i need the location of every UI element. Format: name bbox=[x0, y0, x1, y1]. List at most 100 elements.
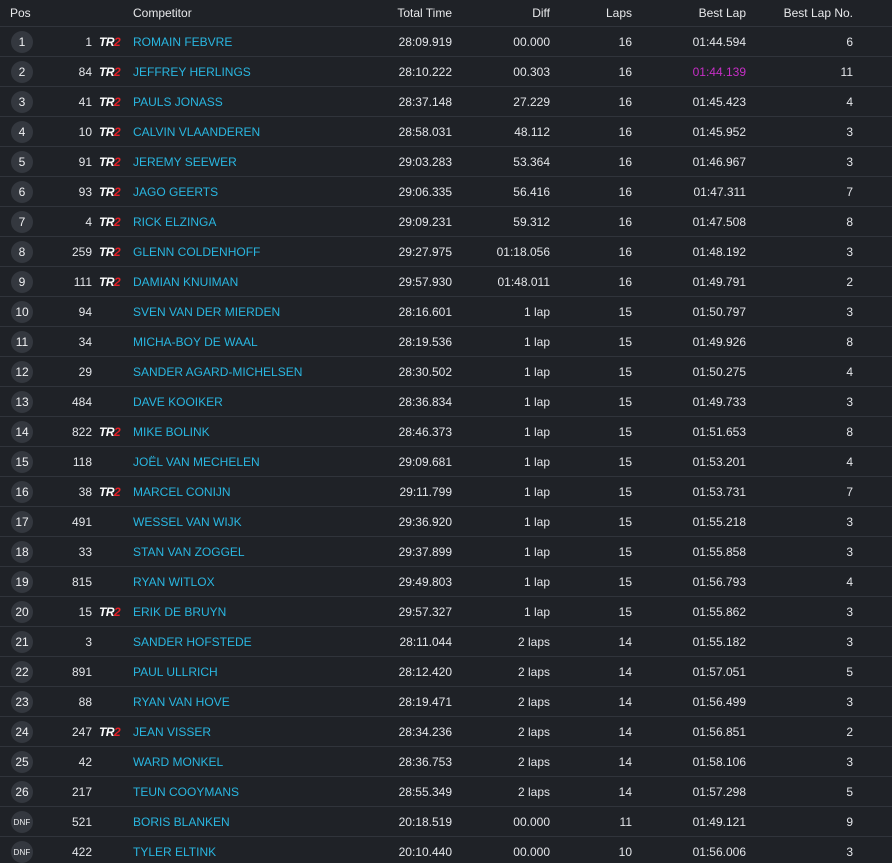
position-cell: 2 bbox=[7, 57, 37, 86]
competitor-name-link[interactable]: BORIS BLANKEN bbox=[133, 807, 383, 836]
table-row[interactable]: 14 822 TR2 MIKE BOLINK 28:46.373 1 lap 15 01:51… bbox=[0, 417, 892, 447]
competitor-name-link[interactable]: RYAN VAN HOVE bbox=[133, 687, 383, 716]
position-badge: 18 bbox=[11, 541, 33, 563]
competitor-name-link[interactable]: JOËL VAN MECHELEN bbox=[133, 447, 383, 476]
competitor-name-link[interactable]: JAGO GEERTS bbox=[133, 177, 383, 206]
time-diff: 1 lap bbox=[523, 334, 550, 349]
table-row[interactable]: 26 217 TEUN COOYMANS 28:55.349 2 laps 14 01:57… bbox=[0, 777, 892, 807]
table-row[interactable]: 20 15 TR2 ERIK DE BRUYN 29:57.327 1 lap 15 01:5… bbox=[0, 597, 892, 627]
competitor-name-link[interactable]: JEFFREY HERLINGS bbox=[133, 57, 383, 86]
position-cell: 26 bbox=[7, 777, 37, 806]
tr2-logo-prefix: TR bbox=[99, 424, 115, 439]
table-row[interactable]: 22 891 PAUL ULLRICH 28:12.420 2 laps 14 01:57.… bbox=[0, 657, 892, 687]
table-row[interactable]: 2 84 TR2 JEFFREY HERLINGS 28:10.222 00.303 16 0… bbox=[0, 57, 892, 87]
competitor-name-link[interactable]: TEUN COOYMANS bbox=[133, 777, 383, 806]
table-row[interactable]: 13 484 DAVE KOOIKER 28:36.834 1 lap 15 01:49.7… bbox=[0, 387, 892, 417]
competitor-name-link[interactable]: MARCEL CONIJN bbox=[133, 477, 383, 506]
time-diff: 1 lap bbox=[523, 544, 550, 559]
table-row[interactable]: 3 41 TR2 PAULS JONASS 28:37.148 27.229 16 01:45… bbox=[0, 87, 892, 117]
competitor-name-link[interactable]: JEREMY SEEWER bbox=[133, 147, 383, 176]
time-diff: 1 lap bbox=[523, 394, 550, 409]
table-row[interactable]: 21 3 SANDER HOFSTEDE 28:11.044 2 laps 14 01:55… bbox=[0, 627, 892, 657]
table-row[interactable]: 16 38 TR2 MARCEL CONIJN 29:11.799 1 lap 15 01:5… bbox=[0, 477, 892, 507]
competitor-name-link[interactable]: RYAN WITLOX bbox=[133, 567, 383, 596]
position-badge: 26 bbox=[11, 781, 33, 803]
total-time: 28:09.919 bbox=[398, 34, 452, 49]
laps-count: 14 bbox=[618, 724, 632, 739]
tr2-logo-digit: 2 bbox=[114, 214, 121, 229]
position-badge: 13 bbox=[11, 391, 33, 413]
best-lap-number: 7 bbox=[846, 484, 853, 499]
best-lap-time: 01:47.508 bbox=[692, 214, 746, 229]
best-lap-number: 4 bbox=[846, 364, 853, 379]
table-row[interactable]: 25 42 WARD MONKEL 28:36.753 2 laps 14 01:58.10… bbox=[0, 747, 892, 777]
table-row[interactable]: 19 815 RYAN WITLOX 29:49.803 1 lap 15 01:56.79… bbox=[0, 567, 892, 597]
table-row[interactable]: 17 491 WESSEL VAN WIJK 29:36.920 1 lap 15 01:5… bbox=[0, 507, 892, 537]
table-row[interactable]: DNF 422 TYLER ELTINK 20:10.440 00.000 10 01:56… bbox=[0, 837, 892, 863]
competitor-name-link[interactable]: MIKE BOLINK bbox=[133, 417, 383, 446]
table-row[interactable]: 24 247 TR2 JEAN VISSER 28:34.236 2 laps 14 01:5… bbox=[0, 717, 892, 747]
table-row[interactable]: 11 34 MICHA-BOY DE WAAL 28:19.536 1 lap 15 01:… bbox=[0, 327, 892, 357]
rider-number: 29 bbox=[78, 364, 92, 379]
header-laps[interactable]: Laps bbox=[570, 0, 632, 26]
team-badge-cell bbox=[99, 357, 127, 386]
tr2-logo-prefix: TR bbox=[99, 484, 115, 499]
team-badge-cell: TR2 bbox=[99, 117, 127, 146]
competitor-name-link[interactable]: TYLER ELTINK bbox=[133, 837, 383, 863]
header-best-lap[interactable]: Best Lap bbox=[650, 0, 746, 26]
best-lap-time: 01:45.423 bbox=[692, 94, 746, 109]
best-lap-number: 7 bbox=[846, 184, 853, 199]
table-row[interactable]: 10 94 SVEN VAN DER MIERDEN 28:16.601 1 lap 15… bbox=[0, 297, 892, 327]
header-total-time[interactable]: Total Time bbox=[370, 0, 452, 26]
table-row[interactable]: 7 4 TR2 RICK ELZINGA 29:09.231 59.312 16 01:47.… bbox=[0, 207, 892, 237]
competitor-name-link[interactable]: JEAN VISSER bbox=[133, 717, 383, 746]
table-row[interactable]: 9 111 TR2 DAMIAN KNUIMAN 29:57.930 01:48.011 1… bbox=[0, 267, 892, 297]
time-diff: 1 lap bbox=[523, 604, 550, 619]
table-row[interactable]: DNF 521 BORIS BLANKEN 20:18.519 00.000 11 01:4… bbox=[0, 807, 892, 837]
competitor-name-link[interactable]: RICK ELZINGA bbox=[133, 207, 383, 236]
header-best-lap-no[interactable]: Best Lap No. bbox=[770, 0, 853, 26]
rider-number: 91 bbox=[78, 154, 92, 169]
total-time: 29:09.681 bbox=[398, 454, 452, 469]
competitor-name-link[interactable]: CALVIN VLAANDEREN bbox=[133, 117, 383, 146]
header-competitor[interactable]: Competitor bbox=[133, 0, 383, 26]
competitor-name-link[interactable]: SANDER AGARD-MICHELSEN bbox=[133, 357, 383, 386]
table-row[interactable]: 18 33 STAN VAN ZOGGEL 29:37.899 1 lap 15 01:55… bbox=[0, 537, 892, 567]
table-row[interactable]: 15 118 JOËL VAN MECHELEN 29:09.681 1 lap 15 01… bbox=[0, 447, 892, 477]
competitor-name-link[interactable]: PAULS JONASS bbox=[133, 87, 383, 116]
laps-count: 15 bbox=[618, 364, 632, 379]
header-pos[interactable]: Pos bbox=[10, 0, 31, 26]
position-cell: 10 bbox=[7, 297, 37, 326]
position-badge: 24 bbox=[11, 721, 33, 743]
team-badge-cell: TR2 bbox=[99, 87, 127, 116]
team-badge-cell bbox=[99, 807, 127, 836]
header-diff[interactable]: Diff bbox=[460, 0, 550, 26]
competitor-name-link[interactable]: WESSEL VAN WIJK bbox=[133, 507, 383, 536]
competitor-name-link[interactable]: GLENN COLDENHOFF bbox=[133, 237, 383, 266]
time-diff: 53.364 bbox=[513, 154, 550, 169]
time-diff: 01:18.056 bbox=[496, 244, 550, 259]
table-row[interactable]: 23 88 RYAN VAN HOVE 28:19.471 2 laps 14 01:56.… bbox=[0, 687, 892, 717]
competitor-name-link[interactable]: PAUL ULLRICH bbox=[133, 657, 383, 686]
table-row[interactable]: 8 259 TR2 GLENN COLDENHOFF 29:27.975 01:18.05… bbox=[0, 237, 892, 267]
total-time: 28:46.373 bbox=[398, 424, 452, 439]
competitor-name-link[interactable]: SVEN VAN DER MIERDEN bbox=[133, 297, 383, 326]
table-row[interactable]: 6 93 TR2 JAGO GEERTS 29:06.335 56.416 16 01:47.… bbox=[0, 177, 892, 207]
time-diff: 2 laps bbox=[517, 784, 550, 799]
competitor-name-link[interactable]: DAMIAN KNUIMAN bbox=[133, 267, 383, 296]
competitor-name-link[interactable]: MICHA-BOY DE WAAL bbox=[133, 327, 383, 356]
table-row[interactable]: 1 1 TR2 ROMAIN FEBVRE 28:09.919 00.000 16 01:44… bbox=[0, 27, 892, 57]
competitor-name-link[interactable]: WARD MONKEL bbox=[133, 747, 383, 776]
table-row[interactable]: 5 91 TR2 JEREMY SEEWER 29:03.283 53.364 16 01:4… bbox=[0, 147, 892, 177]
team-badge-cell bbox=[99, 447, 127, 476]
competitor-name-link[interactable]: ROMAIN FEBVRE bbox=[133, 27, 383, 56]
competitor-name-link[interactable]: ERIK DE BRUYN bbox=[133, 597, 383, 626]
table-row[interactable]: 12 29 SANDER AGARD-MICHELSEN 28:30.502 1 lap… bbox=[0, 357, 892, 387]
position-badge: 20 bbox=[11, 601, 33, 623]
competitor-name-link[interactable]: DAVE KOOIKER bbox=[133, 387, 383, 416]
total-time: 28:16.601 bbox=[398, 304, 452, 319]
best-lap-number: 8 bbox=[846, 424, 853, 439]
competitor-name-link[interactable]: STAN VAN ZOGGEL bbox=[133, 537, 383, 566]
competitor-name-link[interactable]: SANDER HOFSTEDE bbox=[133, 627, 383, 656]
table-row[interactable]: 4 10 TR2 CALVIN VLAANDEREN 28:58.031 48.112 16… bbox=[0, 117, 892, 147]
